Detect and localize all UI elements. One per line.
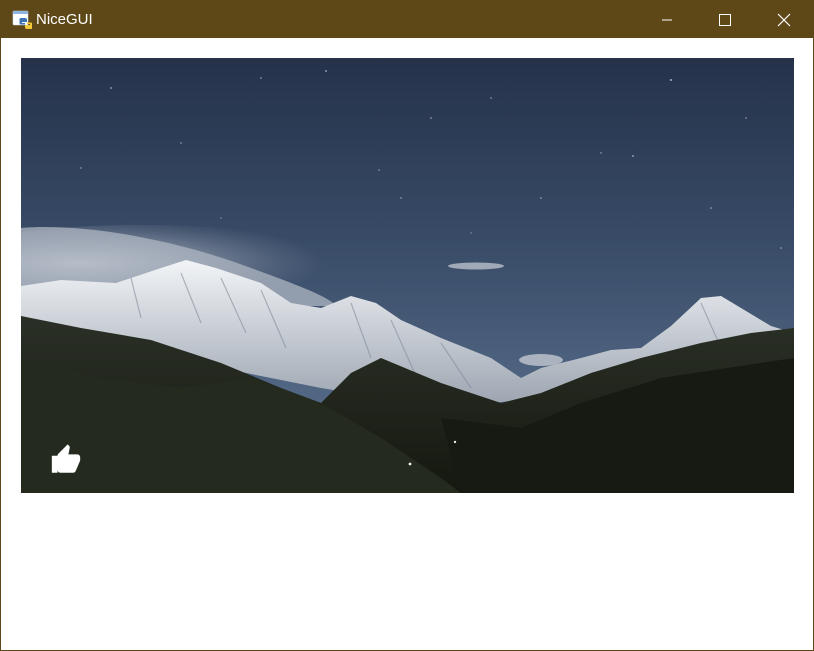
- content-area: [1, 38, 813, 650]
- minimize-icon: [662, 19, 672, 20]
- close-icon: [777, 13, 791, 26]
- maximize-button[interactable]: [696, 1, 754, 38]
- minimize-button[interactable]: [638, 1, 696, 38]
- python-app-icon: [12, 10, 32, 29]
- thumb-up-button[interactable]: [49, 443, 83, 477]
- maximize-icon: [719, 13, 731, 26]
- close-button[interactable]: [755, 1, 813, 38]
- title-bar[interactable]: NiceGUI: [1, 1, 813, 38]
- mountain-image: [21, 58, 794, 493]
- app-window: NiceGUI: [0, 0, 814, 651]
- window-title: NiceGUI: [36, 11, 93, 28]
- thumb-up-icon: [51, 444, 81, 473]
- mountain-landscape-picture: [21, 58, 794, 493]
